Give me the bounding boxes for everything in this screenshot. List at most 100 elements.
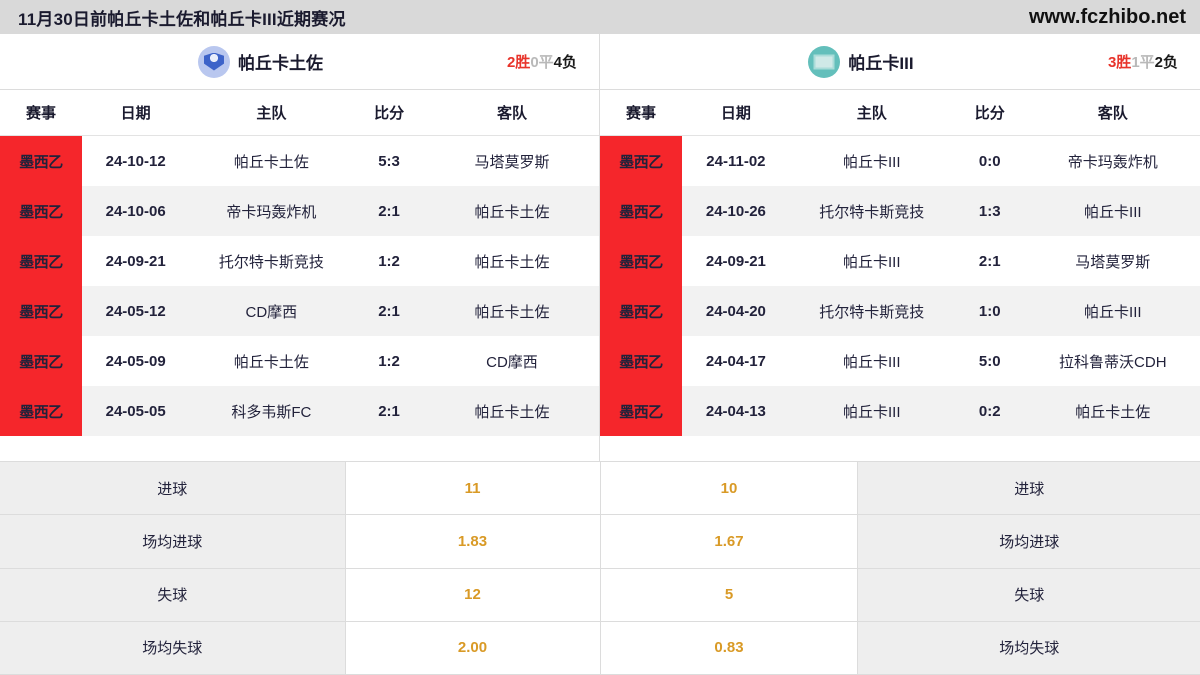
row-league: 墨西乙 bbox=[0, 386, 82, 436]
header-league: 赛事 bbox=[0, 90, 82, 136]
row-score: 1:0 bbox=[953, 286, 1026, 336]
header-score: 比分 bbox=[953, 90, 1026, 136]
row-score: 1:2 bbox=[353, 336, 425, 386]
row-away: 帝卡玛轰炸机 bbox=[1025, 135, 1200, 186]
row-home: 帕丘卡III bbox=[789, 236, 954, 286]
stat-label: 进球 bbox=[0, 460, 346, 516]
left-team-header: 帕丘卡土佐 2胜0平4负 bbox=[0, 34, 599, 90]
row-score: 1:2 bbox=[353, 236, 425, 286]
row-date: 24-09-21 bbox=[81, 236, 190, 286]
row-home: CD摩西 bbox=[189, 286, 354, 336]
row-away: 马塔莫罗斯 bbox=[424, 135, 599, 186]
team-crest-icon bbox=[197, 45, 230, 78]
left-stats-table: 进球 11 场均进球 1.83 失球 12 场均失球 2.00 bbox=[0, 460, 601, 675]
table-row[interactable]: 墨西乙 24-04-13 帕丘卡III 0:2 帕丘卡土佐 bbox=[600, 386, 1200, 436]
row-home: 帕丘卡III bbox=[789, 336, 954, 386]
table-row[interactable]: 墨西乙 24-05-05 科多韦斯FC 2:1 帕丘卡土佐 bbox=[0, 386, 599, 436]
row-away: 帕丘卡土佐 bbox=[424, 236, 599, 286]
table-row[interactable]: 墨西乙 24-09-21 托尔特卡斯竞技 1:2 帕丘卡土佐 bbox=[0, 236, 599, 286]
stat-row: 10 进球 bbox=[600, 460, 1200, 516]
stat-row: 进球 11 bbox=[0, 460, 601, 516]
stat-label: 场均进球 bbox=[857, 514, 1200, 569]
stat-row: 场均失球 2.00 bbox=[0, 620, 601, 675]
table-row[interactable]: 墨西乙 24-04-20 托尔特卡斯竞技 1:0 帕丘卡III bbox=[600, 286, 1200, 336]
stat-value: 11 bbox=[344, 460, 601, 516]
row-score: 5:3 bbox=[353, 135, 425, 186]
row-date: 24-09-21 bbox=[682, 236, 790, 286]
left-matches-body: 墨西乙 24-10-12 帕丘卡土佐 5:3 马塔莫罗斯 墨西乙 24-10-0… bbox=[0, 135, 599, 436]
row-score: 1:3 bbox=[953, 186, 1026, 236]
table-row[interactable]: 墨西乙 24-10-12 帕丘卡土佐 5:3 马塔莫罗斯 bbox=[0, 135, 599, 186]
row-league: 墨西乙 bbox=[0, 286, 82, 336]
row-score: 2:1 bbox=[353, 386, 425, 436]
right-record-losses: 2负 bbox=[1154, 54, 1178, 71]
row-league: 墨西乙 bbox=[600, 135, 683, 186]
table-row[interactable]: 墨西乙 24-10-06 帝卡玛轰炸机 2:1 帕丘卡土佐 bbox=[0, 186, 599, 236]
row-away: 帕丘卡土佐 bbox=[424, 286, 599, 336]
stats-comparison: 进球 11 场均进球 1.83 失球 12 场均失球 2.00 10 进球 1.… bbox=[0, 460, 1200, 675]
row-home: 帕丘卡土佐 bbox=[189, 135, 354, 186]
right-matches-body: 墨西乙 24-11-02 帕丘卡III 0:0 帝卡玛轰炸机 墨西乙 24-10… bbox=[600, 135, 1200, 436]
row-away: CD摩西 bbox=[424, 336, 599, 386]
row-league: 墨西乙 bbox=[600, 236, 683, 286]
row-date: 24-04-13 bbox=[682, 386, 790, 436]
row-league: 墨西乙 bbox=[600, 186, 683, 236]
left-record-wins: 2胜 bbox=[506, 54, 531, 71]
stat-value: 0.83 bbox=[600, 620, 858, 675]
row-date: 24-10-26 bbox=[682, 186, 790, 236]
header-league: 赛事 bbox=[600, 90, 683, 136]
table-row[interactable]: 墨西乙 24-04-17 帕丘卡III 5:0 拉科鲁蒂沃CDH bbox=[600, 336, 1200, 386]
right-team-identity[interactable]: 帕丘卡III bbox=[614, 45, 1108, 78]
stat-label: 失球 bbox=[857, 567, 1200, 622]
stat-label: 失球 bbox=[0, 567, 346, 622]
stat-value: 1.83 bbox=[344, 514, 601, 569]
right-team-name: 帕丘卡III bbox=[848, 54, 914, 73]
stat-value: 10 bbox=[600, 460, 858, 516]
site-url: www.fczhibo.net bbox=[1028, 5, 1186, 28]
row-away: 帕丘卡土佐 bbox=[424, 186, 599, 236]
row-away: 拉科鲁蒂沃CDH bbox=[1025, 336, 1200, 386]
stat-value: 2.00 bbox=[344, 620, 601, 675]
right-team-panel: 帕丘卡III 3胜1平2负 赛事 日期 主队 比分 客队 墨西乙 24-11-0… bbox=[600, 34, 1200, 461]
stat-label: 场均失球 bbox=[857, 620, 1200, 675]
row-league: 墨西乙 bbox=[600, 336, 683, 386]
stat-label: 进球 bbox=[857, 460, 1200, 516]
row-home: 帕丘卡III bbox=[789, 135, 954, 186]
row-score: 0:2 bbox=[953, 386, 1026, 436]
right-stats-table: 10 进球 1.67 场均进球 5 失球 0.83 场均失球 bbox=[600, 460, 1200, 675]
stat-row: 5 失球 bbox=[600, 567, 1200, 622]
stat-value: 1.67 bbox=[600, 514, 858, 569]
row-league: 墨西乙 bbox=[0, 336, 82, 386]
header-home: 主队 bbox=[189, 90, 354, 136]
page-title: 11月30日前帕丘卡土佐和帕丘卡III近期赛况 bbox=[18, 9, 346, 29]
table-row[interactable]: 墨西乙 24-05-09 帕丘卡土佐 1:2 CD摩西 bbox=[0, 336, 599, 386]
left-record-draws: 0平 bbox=[530, 54, 554, 71]
header-score: 比分 bbox=[353, 90, 425, 136]
row-league: 墨西乙 bbox=[0, 135, 82, 186]
stat-row: 0.83 场均失球 bbox=[600, 620, 1200, 675]
row-league: 墨西乙 bbox=[0, 236, 82, 286]
left-team-name: 帕丘卡土佐 bbox=[237, 54, 323, 73]
row-league: 墨西乙 bbox=[600, 386, 683, 436]
stat-row: 场均进球 1.83 bbox=[0, 514, 601, 569]
left-team-record: 2胜0平4负 bbox=[507, 51, 585, 72]
row-away: 马塔莫罗斯 bbox=[1025, 236, 1200, 286]
table-row[interactable]: 墨西乙 24-10-26 托尔特卡斯竞技 1:3 帕丘卡III bbox=[600, 186, 1200, 236]
left-team-identity[interactable]: 帕丘卡土佐 bbox=[14, 45, 507, 78]
table-row[interactable]: 墨西乙 24-11-02 帕丘卡III 0:0 帝卡玛轰炸机 bbox=[600, 135, 1200, 186]
stat-row: 失球 12 bbox=[0, 567, 601, 622]
stat-label: 场均进球 bbox=[0, 514, 346, 569]
table-row[interactable]: 墨西乙 24-09-21 帕丘卡III 2:1 马塔莫罗斯 bbox=[600, 236, 1200, 286]
left-team-panel: 帕丘卡土佐 2胜0平4负 赛事 日期 主队 比分 客队 墨西乙 24-10-12 bbox=[0, 34, 600, 461]
stat-value: 5 bbox=[600, 567, 858, 622]
row-away: 帕丘卡III bbox=[1025, 186, 1200, 236]
row-date: 24-10-12 bbox=[81, 135, 190, 186]
header-away: 客队 bbox=[424, 90, 599, 136]
row-league: 墨西乙 bbox=[600, 286, 683, 336]
row-date: 24-05-05 bbox=[81, 386, 190, 436]
row-home: 帕丘卡III bbox=[789, 386, 954, 436]
table-row[interactable]: 墨西乙 24-05-12 CD摩西 2:1 帕丘卡土佐 bbox=[0, 286, 599, 336]
row-home: 帕丘卡土佐 bbox=[189, 336, 354, 386]
right-record-wins: 3胜 bbox=[1107, 54, 1132, 71]
row-date: 24-10-06 bbox=[81, 186, 190, 236]
